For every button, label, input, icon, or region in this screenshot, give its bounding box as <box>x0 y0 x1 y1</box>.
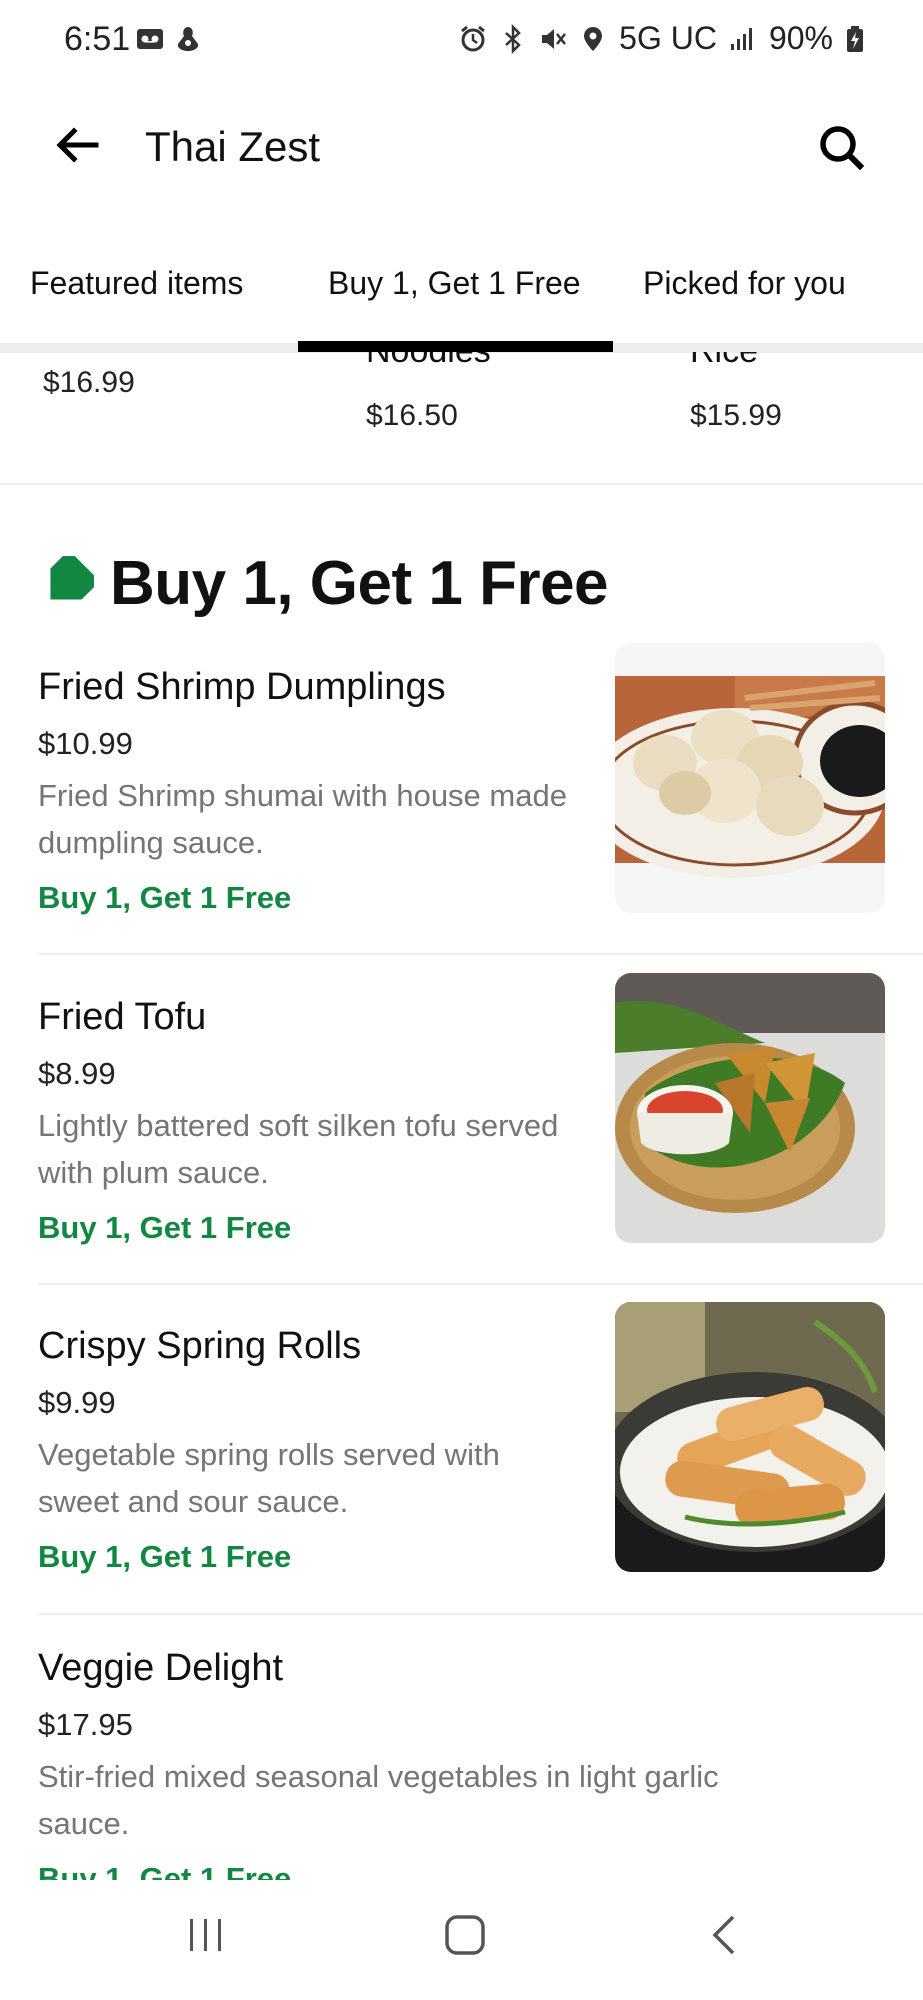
item-divider <box>38 953 923 955</box>
item-image-dumplings[interactable] <box>615 643 885 913</box>
battery-charging-icon <box>847 25 863 52</box>
recents-icon <box>190 1919 221 1951</box>
back-button[interactable] <box>48 115 108 175</box>
item-price: $9.99 <box>38 1385 116 1420</box>
signal-icon <box>730 27 752 50</box>
system-back-button[interactable] <box>684 1900 764 1970</box>
voicemail-icon <box>137 29 163 49</box>
recents-button[interactable] <box>166 1900 246 1970</box>
carousel-item-price: $16.50 <box>366 399 458 432</box>
back-icon <box>712 1915 735 1955</box>
item-name: Veggie Delight <box>38 1647 284 1689</box>
item-promo: Buy 1, Get 1 Free <box>38 1539 292 1574</box>
tab-buy-1-get-1-free[interactable]: Buy 1, Get 1 Free <box>328 265 581 302</box>
carousel-item-price: $15.99 <box>690 399 782 432</box>
item-price: $10.99 <box>38 726 133 761</box>
carousel-item-name: Rice <box>690 352 758 371</box>
alarm-icon <box>461 25 486 51</box>
item-description: Vegetable spring rolls served with sweet… <box>38 1437 500 1519</box>
home-icon <box>445 1915 485 1955</box>
tab-picked-for-you[interactable]: Picked for you <box>643 265 846 302</box>
mute-icon <box>542 28 567 49</box>
store-header: Thai Zest <box>0 95 923 205</box>
item-description: Fried Shrimp shumai with house made dump… <box>38 778 567 860</box>
battery-percent: 90% <box>768 20 833 56</box>
tag-icon <box>50 555 94 600</box>
home-button[interactable] <box>425 1900 505 1970</box>
app-notification-icon <box>177 27 199 51</box>
status-time: 6:51 <box>64 20 131 58</box>
active-tab-indicator <box>298 341 613 352</box>
location-icon <box>584 26 603 51</box>
item-promo: Buy 1, Get 1 Free <box>38 880 292 915</box>
page-title: Thai Zest <box>145 123 321 170</box>
system-nav-bar <box>0 1880 923 2000</box>
item-description: Lightly battered soft silken tofu served… <box>38 1108 559 1190</box>
arrow-left-icon <box>56 127 99 163</box>
item-name: Fried Shrimp Dumplings <box>38 666 446 708</box>
search-icon <box>820 126 865 171</box>
tab-featured-items[interactable]: Featured items <box>30 265 243 302</box>
featured-carousel[interactable]: $16.99 Noodles $16.50 Rice $15.99 <box>0 352 923 484</box>
section-heading: Buy 1, Get 1 Free <box>38 548 609 619</box>
section-divider <box>0 483 923 485</box>
item-image-spring-rolls[interactable] <box>615 1302 885 1572</box>
item-name: Fried Tofu <box>38 996 207 1038</box>
item-image-fried-tofu[interactable] <box>615 973 885 1243</box>
item-name: Crispy Spring Rolls <box>38 1325 362 1367</box>
item-price: $17.95 <box>38 1707 133 1742</box>
search-button[interactable] <box>811 117 871 177</box>
category-tabs: Featured items Buy 1, Get 1 Free Picked … <box>0 240 923 353</box>
item-divider <box>38 1613 923 1615</box>
carousel-item-name: Noodles <box>366 352 491 371</box>
item-promo: Buy 1, Get 1 Free <box>38 1210 292 1245</box>
item-description: Stir-fried mixed seasonal vegetables in … <box>38 1759 719 1841</box>
network-type: 5G UC <box>619 20 717 56</box>
carousel-item-price: $16.99 <box>43 366 135 399</box>
item-price: $8.99 <box>38 1056 116 1091</box>
status-bar: 6:51 5G UC 90% <box>0 0 923 80</box>
bluetooth-icon <box>505 23 521 54</box>
section-title: Buy 1, Get 1 Free <box>110 549 609 618</box>
item-divider <box>38 1283 923 1285</box>
